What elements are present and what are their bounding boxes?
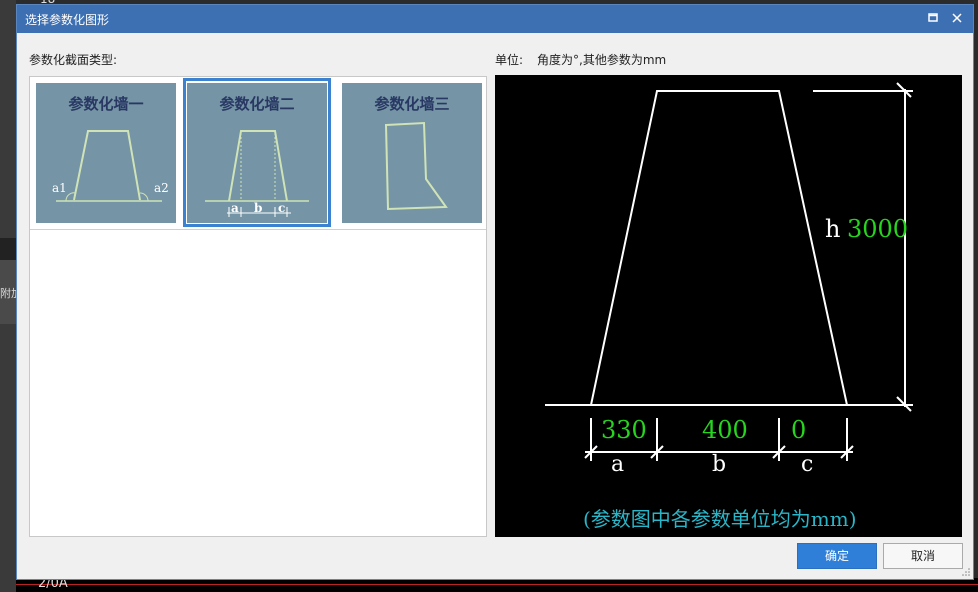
a-label: a: [611, 452, 625, 477]
ok-button[interactable]: 确定: [797, 543, 877, 569]
c-value: 0: [791, 416, 807, 444]
cancel-button[interactable]: 取消: [883, 543, 963, 569]
c-label: c: [801, 452, 814, 477]
background-canvas-strip: 2/0A: [16, 576, 978, 592]
thumb-label-c: c: [278, 201, 285, 215]
background-grid-line: [16, 584, 978, 585]
wall-2-sketch: a b c: [205, 130, 309, 217]
dialog-titlebar: 选择参数化图形: [17, 5, 973, 33]
b-label: b: [712, 452, 727, 477]
shape-option-wall-1[interactable]: 参数化墙一 a1 a2: [36, 83, 176, 223]
shape-thumbnail-row: 参数化墙一 a1 a2 参数化墙二 a b c 参数化墙三: [30, 77, 486, 230]
h-value: 3000: [847, 215, 909, 243]
shape-option-wall-2: 参数化墙二 a b c: [187, 83, 327, 223]
shape-option-wall-3[interactable]: 参数化墙三: [342, 83, 482, 223]
a-value: 330: [601, 416, 647, 444]
shape-option-wall-2-selected[interactable]: 参数化墙二 a b c: [183, 78, 331, 227]
thumb-label-a2: a2: [154, 181, 169, 195]
preview-drawing: [545, 82, 913, 461]
section-type-label: 参数化截面类型:: [29, 53, 118, 67]
shape-preview-canvas: h 3000 330 400 0 a b c (参数图中各参数单位均为mm): [495, 75, 962, 537]
thumb-label-a1: a1: [52, 181, 67, 195]
background-band: [0, 238, 16, 260]
wall-1-sketch: a1 a2: [52, 130, 169, 202]
maximize-icon[interactable]: [923, 9, 943, 29]
dialog-title: 选择参数化图形: [25, 13, 110, 27]
resize-grip-icon[interactable]: [962, 568, 970, 576]
b-value: 400: [702, 416, 748, 444]
h-label: h: [825, 215, 841, 243]
shape-list-panel: 参数化墙一 a1 a2 参数化墙二 a b c 参数化墙三: [29, 76, 487, 537]
unit-description: 角度为°,其他参数为mm: [537, 53, 667, 67]
close-icon[interactable]: [947, 9, 967, 29]
unit-label: 单位:: [495, 53, 524, 67]
parametric-shape-dialog: 选择参数化图形 参数化截面类型: 单位: 角度为°,其他参数为mm 参数化墙一 …: [16, 4, 974, 580]
wall-outline: [590, 90, 848, 406]
wall-3-sketch: [384, 121, 448, 211]
unit-note: (参数图中各参数单位均为mm): [583, 507, 857, 531]
thumb-label-a: a: [231, 201, 239, 215]
thumb-label-b: b: [254, 201, 262, 215]
